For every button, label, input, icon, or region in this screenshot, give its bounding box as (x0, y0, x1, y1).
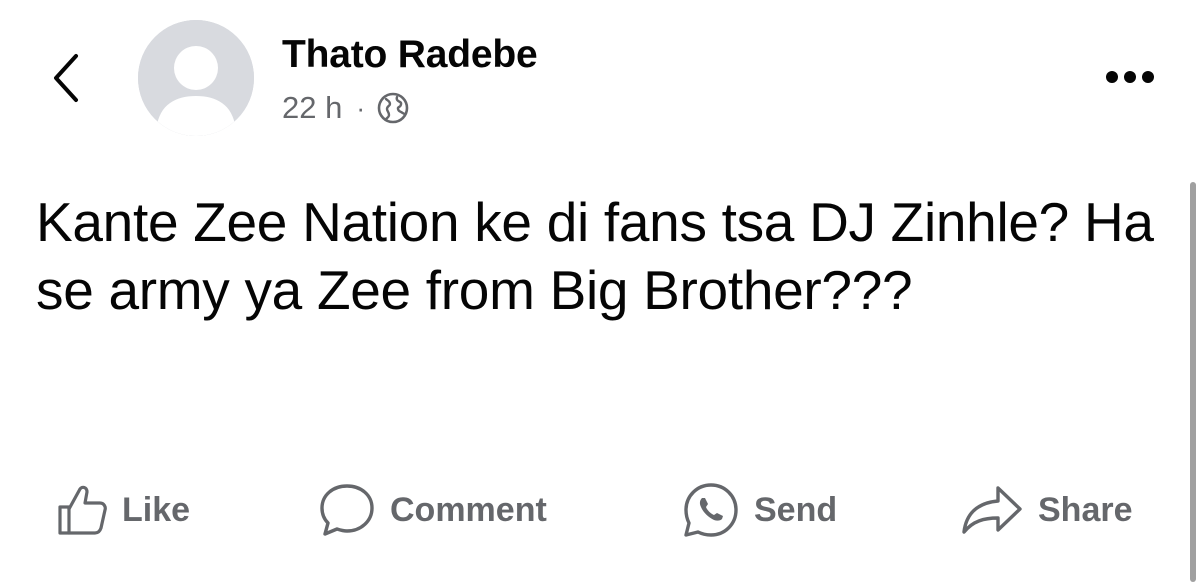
author-name[interactable]: Thato Radebe (282, 33, 538, 77)
share-label: Share (1038, 490, 1133, 529)
share-arrow-icon (962, 486, 1022, 534)
send-label: Send (754, 490, 838, 529)
avatar[interactable] (138, 20, 254, 136)
back-button[interactable] (44, 50, 88, 106)
thumbs-up-icon (58, 485, 107, 535)
like-label: Like (122, 490, 191, 529)
share-button[interactable]: Share (960, 478, 1133, 542)
post-meta: 22 h · (282, 88, 409, 128)
post-text: Kante Zee Nation ke di fans tsa DJ Zinhl… (36, 191, 1154, 321)
more-options-icon (1106, 71, 1118, 83)
like-button[interactable]: Like (56, 478, 190, 542)
meta-separator: · (356, 93, 366, 123)
comment-bubble-icon (320, 484, 374, 536)
globe-icon[interactable] (377, 92, 409, 124)
post-time[interactable]: 22 h (282, 90, 342, 126)
action-bar: Like Comment Send Share (0, 478, 1200, 542)
more-options-dot (1124, 71, 1136, 83)
send-button[interactable]: Send (682, 478, 837, 542)
more-options-button[interactable] (1098, 62, 1162, 92)
comment-label: Comment (390, 490, 547, 529)
chevron-left-icon (54, 54, 78, 102)
whatsapp-icon (684, 483, 738, 537)
default-profile-icon (138, 20, 254, 136)
comment-button[interactable]: Comment (318, 478, 547, 542)
more-options-dot (1142, 71, 1154, 83)
